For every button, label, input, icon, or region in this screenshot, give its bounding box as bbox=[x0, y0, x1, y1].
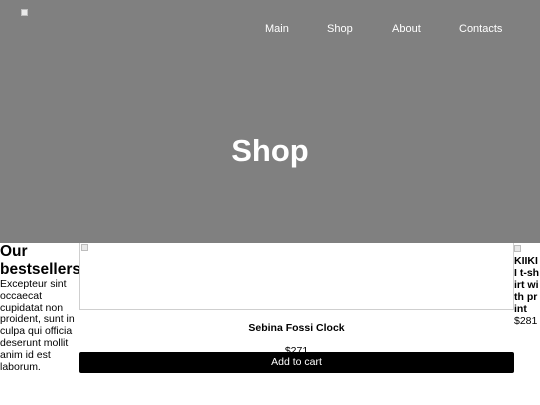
bestsellers-description: Excepteur sint occaecat cupidatat non pr… bbox=[0, 278, 75, 373]
add-to-cart-button[interactable]: Add to cart bbox=[79, 352, 514, 373]
nav-item-about[interactable]: About bbox=[392, 23, 421, 36]
broken-image-icon bbox=[81, 244, 88, 251]
nav-item-main[interactable]: Main bbox=[265, 23, 289, 36]
logo-image-icon[interactable] bbox=[21, 9, 28, 16]
next-product-price: $281 bbox=[514, 315, 538, 327]
nav-item-contacts[interactable]: Contacts bbox=[459, 23, 502, 36]
product-name: Sebina Fossi Clock bbox=[248, 322, 345, 334]
broken-image-icon bbox=[514, 245, 521, 252]
bestsellers-title: Our bestsellers bbox=[0, 243, 81, 278]
product-image[interactable] bbox=[79, 243, 514, 310]
next-product-name: KIIKII t-shirt with print bbox=[514, 255, 540, 315]
next-product-card[interactable]: KIIKII t-shirt with print $281 bbox=[514, 243, 540, 327]
bestsellers-section: Our bestsellers Excepteur sint occaecat … bbox=[0, 243, 81, 373]
page-title: Shop bbox=[231, 133, 309, 168]
nav-item-shop[interactable]: Shop bbox=[327, 23, 353, 36]
hero-banner: Main Shop About Contacts Shop bbox=[0, 0, 540, 243]
